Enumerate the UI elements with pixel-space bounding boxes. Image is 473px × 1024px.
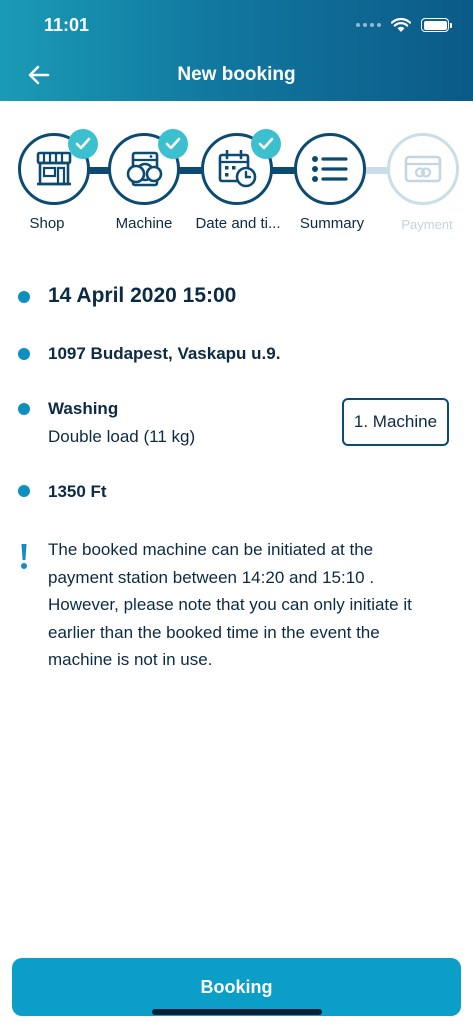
check-icon	[251, 129, 281, 159]
step-label-date-time: Date and ti...	[195, 215, 281, 232]
page-title: New booking	[177, 64, 296, 85]
step-machine[interactable]	[108, 129, 188, 205]
step-label-payment: Payment	[401, 217, 453, 232]
home-indicator	[152, 1009, 322, 1015]
step-summary[interactable]	[294, 133, 366, 205]
signal-icon	[356, 23, 381, 27]
exclamation-icon	[21, 544, 27, 569]
washing-machine-icon	[126, 151, 163, 187]
booking-stepper: Shop Machine Date and ti... Summary Paym…	[0, 129, 473, 240]
wash-program: Washing	[48, 399, 119, 418]
shop-address: 1097 Budapest, Vaskapu u.9.	[48, 344, 281, 363]
shop-icon	[36, 151, 72, 186]
check-icon	[68, 129, 98, 159]
wifi-icon	[391, 17, 411, 32]
status-time: 11:01	[44, 15, 90, 35]
booking-price: 1350 Ft	[48, 482, 107, 501]
bullet-dot	[18, 291, 30, 303]
step-payment[interactable]	[387, 133, 459, 205]
bullet-dot	[18, 485, 30, 497]
battery-icon	[421, 18, 452, 32]
booking-notice: The booked machine can be initiated at t…	[48, 540, 412, 669]
check-icon	[158, 129, 188, 159]
credit-card-icon	[404, 155, 442, 183]
list-icon	[312, 156, 348, 182]
step-label-machine: Machine	[115, 215, 173, 232]
step-label-summary: Summary	[299, 215, 365, 232]
bullet-dot	[18, 348, 30, 360]
machine-tag: 1. Machine	[342, 398, 449, 446]
status-indicators	[356, 14, 452, 36]
step-label-shop: Shop	[29, 215, 65, 232]
booking-datetime: 14 April 2020 15:00	[48, 284, 237, 307]
bullet-dot	[18, 403, 30, 415]
booking-button[interactable]: Booking	[12, 958, 461, 1016]
step-date-time[interactable]	[201, 129, 281, 205]
app-header: 11:01 New booking	[0, 0, 473, 101]
load-size: Double load (11 kg)	[48, 427, 196, 446]
calendar-clock-icon	[218, 150, 257, 188]
step-shop[interactable]	[18, 129, 98, 205]
